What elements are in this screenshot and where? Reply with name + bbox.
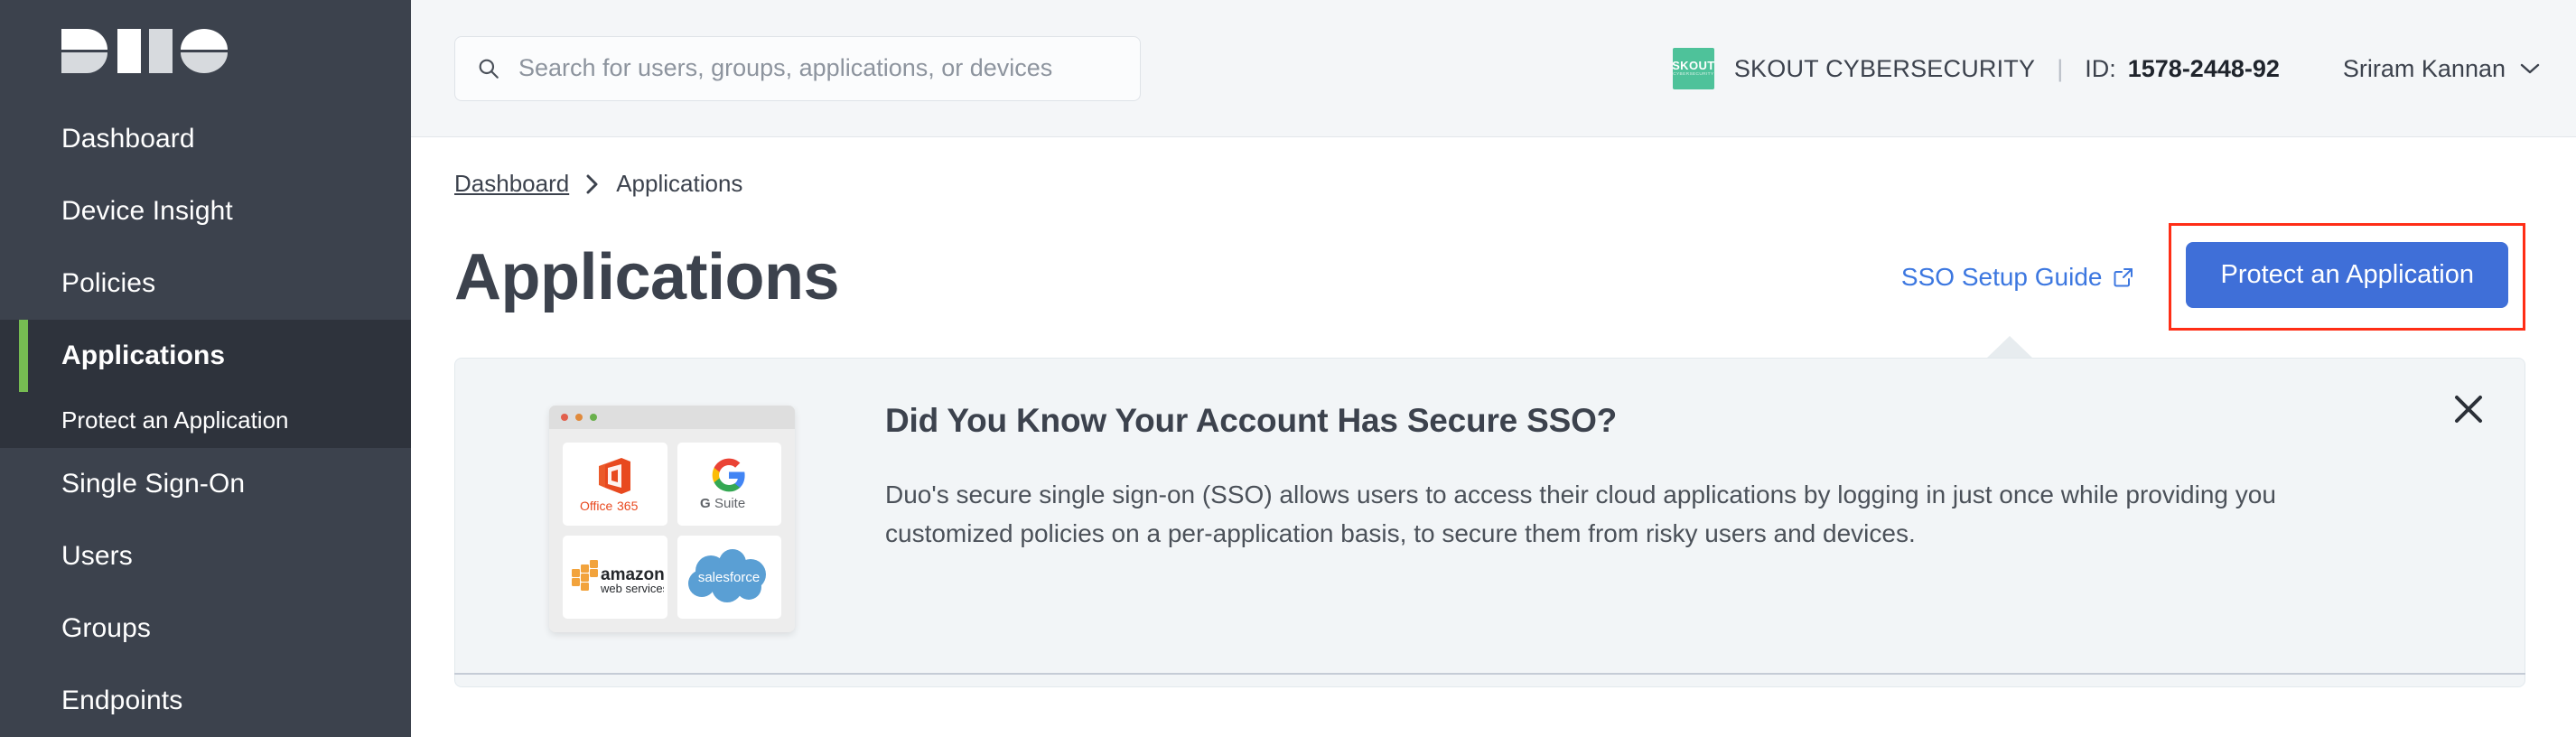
browser-mockup: Office 365 G Suite amazon web services s… xyxy=(549,406,795,632)
sso-setup-guide-link[interactable]: SSO Setup Guide xyxy=(1901,263,2135,292)
sso-promo-card: Office 365 G Suite amazon web services s… xyxy=(454,358,2525,687)
close-icon[interactable] xyxy=(2450,391,2487,427)
sso-promo-title: Did You Know Your Account Has Secure SSO… xyxy=(885,402,1618,439)
chevron-down-icon xyxy=(2520,63,2540,74)
duo-admin-panel: Dashboard Device Insight Policies Applic… xyxy=(0,0,2576,737)
sidebar-item-single-sign-on[interactable]: Single Sign-On xyxy=(0,448,411,520)
svg-text:web services: web services xyxy=(600,582,664,595)
sidebar-item-label: Groups xyxy=(61,613,151,643)
account-id-label: ID: xyxy=(2085,54,2116,82)
app-tile-salesforce: salesforce xyxy=(677,536,781,619)
sso-promo-text: Did You Know Your Account Has Secure SSO… xyxy=(885,396,2312,553)
sidebar-item-groups[interactable]: Groups xyxy=(0,592,411,665)
duo-logo-icon xyxy=(61,29,228,73)
org-badge-title: SKOUT xyxy=(1672,59,1715,72)
sidebar-item-dashboard[interactable]: Dashboard xyxy=(0,103,411,175)
breadcrumb-current: Applications xyxy=(616,170,743,197)
sidebar-item-label: Users xyxy=(61,541,133,571)
search-input[interactable] xyxy=(517,53,1118,83)
duo-logo-wrap[interactable] xyxy=(0,0,411,103)
app-tile-aws: amazon web services xyxy=(563,536,667,619)
office365-icon xyxy=(598,457,630,494)
sidebar-subitem-protect-an-application[interactable]: Protect an Application xyxy=(0,392,411,448)
svg-text:365: 365 xyxy=(617,499,639,513)
sso-setup-guide-label: SSO Setup Guide xyxy=(1900,262,2103,291)
sidebar-item-endpoints[interactable]: Endpoints xyxy=(0,665,411,737)
page-title: Applications xyxy=(454,240,840,313)
sso-promo-wrap: Office 365 G Suite amazon web services s… xyxy=(454,336,2525,687)
top-bar: SKOUT CYBERSECURITY SKOUT CYBERSECURITY … xyxy=(411,0,2576,137)
aws-icon: amazon web services xyxy=(571,560,664,595)
main-content: SKOUT CYBERSECURITY SKOUT CYBERSECURITY … xyxy=(411,0,2576,737)
svg-text:salesforce: salesforce xyxy=(698,570,760,585)
user-name: Sriram Kannan xyxy=(2342,54,2506,82)
sidebar-item-applications[interactable]: Applications xyxy=(0,320,411,392)
sidebar: Dashboard Device Insight Policies Applic… xyxy=(0,0,411,737)
sidebar-item-users[interactable]: Users xyxy=(0,520,411,592)
sso-promo-body: Duo's secure single sign-on (SSO) allows… xyxy=(885,480,2276,547)
org-logo-badge: SKOUT CYBERSECURITY xyxy=(1672,48,1715,89)
external-link-icon xyxy=(2114,267,2133,286)
section-divider xyxy=(454,673,2525,675)
window-dot-red-icon xyxy=(561,414,568,421)
page-header-actions: SSO Setup Guide Protect an Application xyxy=(1901,223,2525,331)
org-badge-subtitle: CYBERSECURITY xyxy=(1673,71,1714,77)
svg-text:Office: Office xyxy=(580,499,613,513)
svg-text:Suite: Suite xyxy=(714,496,745,511)
gsuite-icon xyxy=(712,458,745,492)
protect-an-application-highlight: Protect an Application xyxy=(2169,223,2525,331)
sidebar-item-label: Endpoints xyxy=(61,686,183,715)
sso-illustration: Office 365 G Suite amazon web services s… xyxy=(549,406,795,632)
sidebar-nav: Dashboard Device Insight Policies Applic… xyxy=(0,103,411,737)
window-dot-green-icon xyxy=(590,414,597,421)
sidebar-item-label: Applications xyxy=(61,341,226,370)
sidebar-item-label: Single Sign-On xyxy=(61,469,246,499)
sidebar-subitem-label: Protect an Application xyxy=(61,406,289,434)
app-tile-office365: Office 365 xyxy=(563,443,667,526)
search-box[interactable] xyxy=(454,35,1141,101)
page-content: Dashboard Applications Applications SSO … xyxy=(411,137,2576,687)
org-separator: | xyxy=(2057,54,2064,82)
window-dot-yellow-icon xyxy=(575,414,583,421)
page-header: Applications SSO Setup Guide Protect an … xyxy=(454,223,2576,331)
breadcrumb-link-dashboard[interactable]: Dashboard xyxy=(454,170,569,198)
salesforce-icon: salesforce xyxy=(688,549,767,602)
user-menu[interactable]: Sriram Kannan xyxy=(2343,55,2540,83)
sidebar-item-label: Device Insight xyxy=(61,196,233,226)
office365-wordmark-icon: Office 365 xyxy=(580,499,639,513)
promo-pointer-arrow xyxy=(1986,336,2033,359)
app-tile-gsuite: G Suite xyxy=(677,443,781,526)
sidebar-item-label: Dashboard xyxy=(61,124,195,154)
breadcrumb: Dashboard Applications xyxy=(454,137,2576,198)
gsuite-wordmark-icon: G Suite xyxy=(700,496,745,511)
chevron-right-icon xyxy=(586,174,598,193)
account-id-value: 1578-2448-92 xyxy=(2127,54,2280,82)
sidebar-item-policies[interactable]: Policies xyxy=(0,247,411,320)
protect-an-application-button[interactable]: Protect an Application xyxy=(2186,242,2508,308)
browser-title-bar xyxy=(549,406,795,429)
search-icon xyxy=(479,59,499,79)
sidebar-item-device-insight[interactable]: Device Insight xyxy=(0,175,411,247)
sidebar-item-label: Policies xyxy=(61,268,156,298)
top-bar-right: SKOUT CYBERSECURITY SKOUT CYBERSECURITY … xyxy=(1672,0,2540,137)
svg-text:G: G xyxy=(700,496,711,511)
org-name: SKOUT CYBERSECURITY xyxy=(1733,54,2036,82)
browser-app-grid: Office 365 G Suite amazon web services s… xyxy=(549,429,795,632)
